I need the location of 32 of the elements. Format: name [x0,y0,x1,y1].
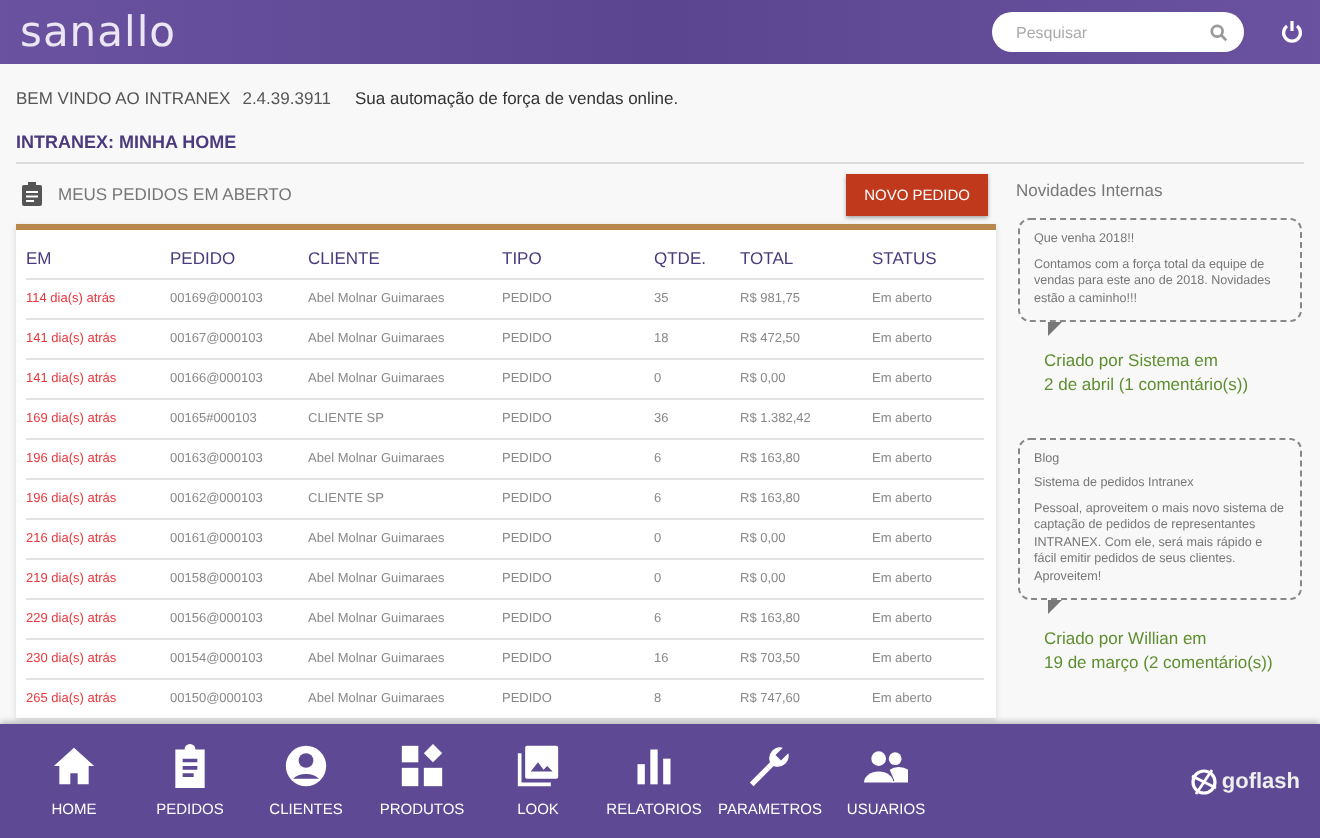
photos-icon [516,744,560,788]
section-title: MEUS PEDIDOS EM ABERTO [58,184,292,204]
column-header: TOTAL [740,230,872,279]
post-date: 19 de março (2 comentário(s)) [1044,652,1275,677]
column-header: STATUS [872,230,984,279]
search-field[interactable]: Pesquisar [992,12,1244,52]
search-icon [1210,24,1228,42]
clipboard-icon [22,182,42,206]
column-header: QTDE. [654,230,740,279]
post-author: Criado por Willian em [1044,628,1209,653]
column-header: TIPO [502,230,654,279]
brand-name: goflash [1221,769,1300,793]
power-icon[interactable] [1280,20,1304,44]
brand-logo-icon [1189,767,1218,795]
page-title: INTRANEX: MINHA HOME [16,124,1304,164]
bubble-tail-icon [1048,600,1062,615]
post-date: 2 de abril (1 comentário(s)) [1044,373,1251,398]
column-header: EM [26,230,170,279]
logo: sanallo [20,11,177,53]
tagline: Sua automação de força de vendas online. [355,88,679,112]
welcome-text: BEM VINDO AO INTRANEX [16,88,231,112]
wrench-icon [748,744,792,788]
bars-icon [632,744,676,788]
news-title: Novidades Internas [1014,178,1165,204]
person-icon [284,744,328,788]
home-icon [52,744,96,788]
post-author: Criado por Sistema em [1044,350,1220,374]
column-header: CLIENTE [308,230,502,279]
bubble-tail-icon [1048,322,1062,336]
column-header: PEDIDO [170,230,308,279]
version-text: 2.4.39.3911 [242,88,331,112]
shapes-icon [400,744,444,788]
